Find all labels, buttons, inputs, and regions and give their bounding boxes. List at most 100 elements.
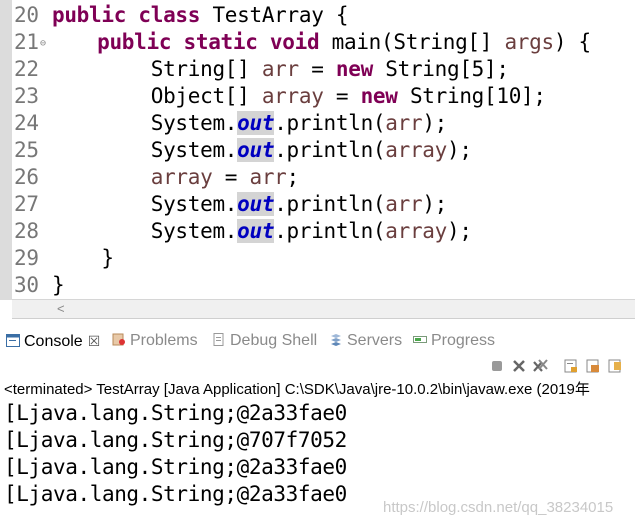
tab-debug-shell-label: Debug Shell <box>230 332 318 349</box>
console-output-line: [Ljava.lang.String;@2a33fae0 <box>4 401 347 425</box>
code-token: String[] <box>52 57 262 81</box>
code-token: System. <box>52 111 238 135</box>
line-number: 29 <box>14 246 39 270</box>
code-token: .println( <box>274 219 386 243</box>
code-token: .println( <box>274 192 386 216</box>
line-number: 25 <box>14 138 39 162</box>
code-line[interactable]: 26 array = arr; <box>14 164 299 191</box>
console-output-line: [Ljava.lang.String;@707f7052 <box>4 428 347 452</box>
line-number: 24 <box>14 111 39 135</box>
console-icon <box>6 332 20 347</box>
variable-token: args <box>504 30 554 54</box>
close-icon[interactable]: ☒ <box>88 333 101 349</box>
field-token: out <box>237 111 275 135</box>
code-line[interactable]: 24 System.out.println(arr); <box>14 110 447 137</box>
code-token: } <box>52 273 65 297</box>
field-token: out <box>237 192 275 216</box>
scroll-lock-icon[interactable] <box>562 359 580 377</box>
terminate-icon[interactable] <box>488 359 506 377</box>
keyword-token: class <box>138 3 201 27</box>
line-number: 28 <box>14 219 39 243</box>
remove-launch-icon[interactable] <box>510 359 528 377</box>
code-token: ); <box>422 192 447 216</box>
variable-token: arr <box>385 192 423 216</box>
tab-console-label: Console <box>24 333 83 350</box>
code-line[interactable]: 20 public class TestArray { <box>14 2 349 29</box>
console-output-line: [Ljava.lang.String;@2a33fae0 <box>4 455 347 479</box>
line-number: 23 <box>14 84 39 108</box>
variable-token: arr <box>385 111 423 135</box>
code-token: System. <box>52 138 238 162</box>
code-token: ); <box>422 111 447 135</box>
code-line[interactable]: 25 System.out.println(array); <box>14 137 472 164</box>
variable-token: arr <box>261 57 299 81</box>
code-token: main(String[] <box>319 30 505 54</box>
progress-icon <box>413 331 427 344</box>
editor-gutter <box>0 0 12 300</box>
keyword-token: static <box>183 30 258 54</box>
code-line[interactable]: 21⊖ public static void main(String[] arg… <box>14 29 591 56</box>
keyword-token: void <box>269 30 320 54</box>
code-token: ) { <box>553 30 591 54</box>
variable-token: array <box>385 138 447 162</box>
tab-servers-label: Servers <box>347 332 403 349</box>
variable-token: arr <box>249 165 287 189</box>
line-number: 21 <box>14 30 39 54</box>
horizontal-scrollbar[interactable]: < <box>12 299 635 319</box>
remove-all-icon[interactable] <box>532 359 550 377</box>
tab-console[interactable]: Console ☒ <box>6 330 100 352</box>
code-token: = <box>323 84 361 108</box>
field-token: out <box>237 219 275 243</box>
code-token: System. <box>52 192 238 216</box>
code-token: .println( <box>274 138 386 162</box>
fold-toggle-icon[interactable]: ⊖ <box>40 38 46 49</box>
keyword-token: new <box>360 84 398 108</box>
tab-problems-label: Problems <box>130 332 198 349</box>
line-number: 30 <box>14 273 39 297</box>
variable-token: array <box>261 84 324 108</box>
code-line[interactable]: 23 Object[] array = new String[10]; <box>14 83 546 110</box>
code-line[interactable]: 28 System.out.println(array); <box>14 218 472 245</box>
line-number: 20 <box>14 3 39 27</box>
code-token: ); <box>447 219 472 243</box>
code-token: Object[] <box>52 84 262 108</box>
code-line[interactable]: 29 } <box>14 245 114 272</box>
line-number: 26 <box>14 165 39 189</box>
console-output-line: [Ljava.lang.String;@2a33fae0 <box>4 482 347 506</box>
code-token: ); <box>447 138 472 162</box>
code-token: = <box>298 57 336 81</box>
keyword-token: public <box>97 30 172 54</box>
keyword-token: public <box>52 3 127 27</box>
tab-debug-shell[interactable]: Debug Shell <box>212 330 317 352</box>
console-status: <terminated> TestArray [Java Application… <box>4 381 590 398</box>
line-number: 22 <box>14 57 39 81</box>
console-tab-bar: Console ☒ Problems Debug Shell Servers Pr… <box>0 326 635 356</box>
debug-shell-icon <box>212 331 226 346</box>
watermark: https://blog.csdn.net/qq_38234015 <box>383 499 614 516</box>
code-token: String[10]; <box>397 84 546 108</box>
tab-servers[interactable]: Servers <box>329 330 402 352</box>
field-token: out <box>237 138 275 162</box>
tab-problems[interactable]: Problems <box>112 330 198 352</box>
tab-progress-label: Progress <box>431 332 496 349</box>
code-editor[interactable]: 20 public class TestArray {21⊖ public sta… <box>0 0 635 319</box>
code-token: = <box>212 165 250 189</box>
code-token: .println( <box>274 111 386 135</box>
code-token: TestArray { <box>200 3 349 27</box>
variable-token: array <box>150 165 213 189</box>
open-console-icon[interactable] <box>606 359 624 377</box>
pin-console-icon[interactable] <box>584 359 602 377</box>
code-line[interactable]: 27 System.out.println(arr); <box>14 191 447 218</box>
tab-progress[interactable]: Progress <box>413 330 495 352</box>
line-number: 27 <box>14 192 39 216</box>
code-token: } <box>52 246 114 270</box>
code-line[interactable]: 22 String[] arr = new String[5]; <box>14 56 509 83</box>
problems-icon <box>112 331 126 346</box>
code-line[interactable]: 30} <box>14 272 65 299</box>
scroll-left-icon[interactable]: < <box>57 300 65 318</box>
